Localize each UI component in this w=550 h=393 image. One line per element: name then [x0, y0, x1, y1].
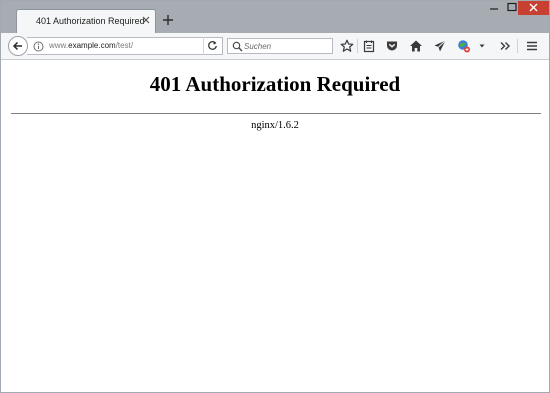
toolbar-separator [357, 39, 358, 53]
bookmark-star-icon[interactable] [340, 39, 354, 53]
page-title: 401 Authorization Required [149, 72, 401, 96]
search-icon [232, 41, 243, 52]
reload-icon [208, 41, 217, 50]
menu-icon[interactable] [525, 39, 539, 53]
search-box[interactable] [227, 38, 333, 54]
minimize-icon[interactable] [483, 1, 505, 15]
new-tab-icon[interactable] [161, 13, 175, 27]
tab-active[interactable]: 401 Authorization Required [16, 9, 156, 34]
tab-title: 401 Authorization Required [36, 16, 145, 26]
url-bar[interactable]: www.example.com/test/ [27, 37, 223, 55]
info-icon[interactable] [33, 41, 44, 52]
close-tab-icon[interactable] [141, 15, 151, 25]
url-path: /test/ [115, 41, 134, 50]
search-input[interactable] [244, 40, 330, 52]
divider [11, 113, 541, 114]
browser-window: 401 Authorization Required www.example.c… [0, 0, 550, 393]
send-icon[interactable] [433, 39, 447, 53]
server-signature: nginx/1.6.2 [251, 120, 299, 131]
url-prefix: www. [49, 41, 69, 50]
page-content: 401 Authorization Required nginx/1.6.2 [1, 60, 549, 392]
chevron-down-icon[interactable] [475, 39, 489, 53]
extension-icon[interactable] [457, 39, 471, 53]
title-bar: 401 Authorization Required [1, 1, 549, 34]
toolbar-separator [517, 39, 518, 53]
url-host: example.com [68, 41, 116, 50]
pocket-icon[interactable] [385, 39, 399, 53]
reading-list-icon[interactable] [362, 39, 376, 53]
url-text[interactable]: www.example.com/test/ [49, 41, 133, 50]
home-icon[interactable] [409, 39, 423, 53]
back-button[interactable] [8, 36, 28, 56]
close-window-icon[interactable] [518, 1, 549, 15]
reload-button[interactable] [203, 37, 221, 55]
nav-toolbar: www.example.com/test/ [1, 33, 549, 60]
back-arrow-icon [12, 41, 22, 51]
overflow-icon[interactable] [498, 39, 512, 53]
